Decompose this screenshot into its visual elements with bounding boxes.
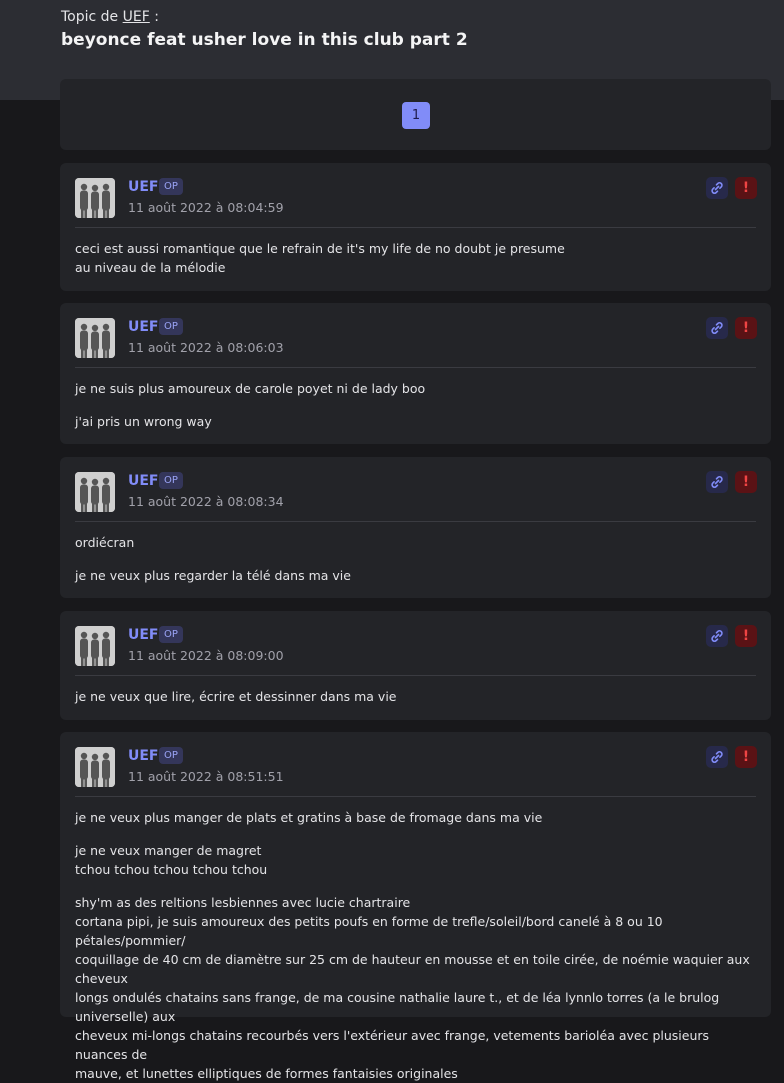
post-paragraph: je ne suis plus amoureux de carole poyet… (75, 379, 760, 398)
exclamation-icon: ! (742, 320, 750, 336)
exclamation-icon: ! (742, 749, 750, 765)
topic-prefix: Topic de (61, 9, 119, 25)
post-paragraph: ceci est aussi romantique que le refrain… (75, 239, 760, 277)
post-divider (75, 367, 756, 368)
avatar[interactable] (75, 318, 115, 358)
post-username[interactable]: UEF (128, 318, 159, 336)
post-text-line: je ne veux plus manger de plats et grati… (75, 810, 543, 825)
topic-colon: : (149, 9, 159, 25)
link-icon (711, 182, 723, 194)
post-username[interactable]: UEF (128, 472, 159, 490)
post-username[interactable]: UEF (128, 178, 159, 196)
post-text-line: je ne veux plus regarder la télé dans ma… (75, 568, 351, 583)
post-content: je ne veux plus manger de plats et grati… (75, 808, 760, 1083)
post-text-line: je ne suis plus amoureux de carole poyet… (75, 381, 426, 396)
exclamation-icon: ! (742, 474, 750, 490)
post-text-line: au niveau de la mélodie (75, 260, 226, 275)
report-button[interactable]: ! (735, 177, 757, 199)
post-content: ceci est aussi romantique que le refrain… (75, 239, 760, 277)
post-username[interactable]: UEF (128, 626, 159, 644)
post-divider (75, 796, 756, 797)
post-paragraph: je ne veux manger de magret tchou tchou t… (75, 841, 760, 879)
post-paragraph: je ne veux que lire, écrire et dessinner… (75, 687, 760, 706)
post-content: ordiécran je ne veux plus regarder la tél… (75, 533, 760, 585)
post: UEF OP 11 août 2022 à 08:08:34 ! ordiécr… (60, 457, 771, 598)
avatar[interactable] (75, 472, 115, 512)
post: UEF OP 11 août 2022 à 08:51:51 ! je ne v… (60, 732, 771, 1081)
post-content: je ne suis plus amoureux de carole poyet… (75, 379, 760, 431)
report-button[interactable]: ! (735, 317, 757, 339)
permalink-button[interactable] (706, 317, 728, 339)
op-badge: OP (159, 472, 183, 489)
post-divider (75, 675, 756, 676)
link-icon (711, 751, 723, 763)
page-title: beyonce feat usher love in this club par… (61, 30, 468, 50)
op-badge: OP (159, 747, 183, 764)
permalink-button[interactable] (706, 471, 728, 493)
report-button[interactable]: ! (735, 625, 757, 647)
post-text-line: ordiécran (75, 535, 135, 550)
post-timestamp: 11 août 2022 à 08:51:51 (128, 769, 284, 784)
post-text-line: coquillage de 40 cm de diamètre sur 25 c… (75, 952, 750, 986)
exclamation-icon: ! (742, 628, 750, 644)
post-text-line: longs ondulés chatains sans frange, de m… (75, 990, 720, 1024)
permalink-button[interactable] (706, 746, 728, 768)
op-badge: OP (159, 318, 183, 335)
op-badge: OP (159, 178, 183, 195)
post-text-line: tchou tchou tchou tchou tchou (75, 862, 268, 877)
avatar[interactable] (75, 626, 115, 666)
link-icon (711, 630, 723, 642)
post-divider (75, 227, 756, 228)
post-content: je ne veux que lire, écrire et dessinner… (75, 687, 760, 706)
post-text-line: cheveux mi-longs chatains recourbés vers… (75, 1028, 710, 1062)
post-timestamp: 11 août 2022 à 08:08:34 (128, 494, 284, 509)
pagination: 1 (60, 79, 771, 150)
post-paragraph: je ne veux plus regarder la télé dans ma… (75, 566, 760, 585)
op-badge: OP (159, 626, 183, 643)
permalink-button[interactable] (706, 625, 728, 647)
report-button[interactable]: ! (735, 746, 757, 768)
link-icon (711, 322, 723, 334)
post-timestamp: 11 août 2022 à 08:06:03 (128, 340, 284, 355)
report-button[interactable]: ! (735, 471, 757, 493)
topic-author-line: Topic de UEF : (61, 8, 468, 26)
post-timestamp: 11 août 2022 à 08:04:59 (128, 200, 284, 215)
post-username[interactable]: UEF (128, 747, 159, 765)
post: UEF OP 11 août 2022 à 08:06:03 ! je ne s… (60, 303, 771, 444)
post-text-line: j'ai pris un wrong way (75, 414, 212, 429)
post-paragraph: ordiécran (75, 533, 760, 552)
post-timestamp: 11 août 2022 à 08:09:00 (128, 648, 284, 663)
post-paragraph: je ne veux plus manger de plats et grati… (75, 808, 760, 827)
post-text-line: shy'm as des reltions lesbiennes avec lu… (75, 895, 411, 910)
post-paragraph: j'ai pris un wrong way (75, 412, 760, 431)
post-text-line: je ne veux que lire, écrire et dessinner… (75, 689, 397, 704)
topic-author-link[interactable]: UEF (123, 9, 150, 25)
post: UEF OP 11 août 2022 à 08:04:59 ! ceci es… (60, 163, 771, 291)
exclamation-icon: ! (742, 180, 750, 196)
post-divider (75, 521, 756, 522)
page-button-1[interactable]: 1 (402, 102, 430, 129)
avatar[interactable] (75, 178, 115, 218)
permalink-button[interactable] (706, 177, 728, 199)
post: UEF OP 11 août 2022 à 08:09:00 ! je ne v… (60, 611, 771, 720)
post-text-line: mauve, et lunettes elliptiques de formes… (75, 1066, 458, 1081)
link-icon (711, 476, 723, 488)
post-paragraph: shy'm as des reltions lesbiennes avec lu… (75, 893, 760, 1083)
post-text-line: cortana pipi, je suis amoureux des petit… (75, 914, 663, 948)
avatar[interactable] (75, 747, 115, 787)
topic-header: Topic de UEF : beyonce feat usher love i… (61, 8, 468, 51)
post-text-line: ceci est aussi romantique que le refrain… (75, 241, 565, 256)
post-text-line: je ne veux manger de magret (75, 843, 262, 858)
